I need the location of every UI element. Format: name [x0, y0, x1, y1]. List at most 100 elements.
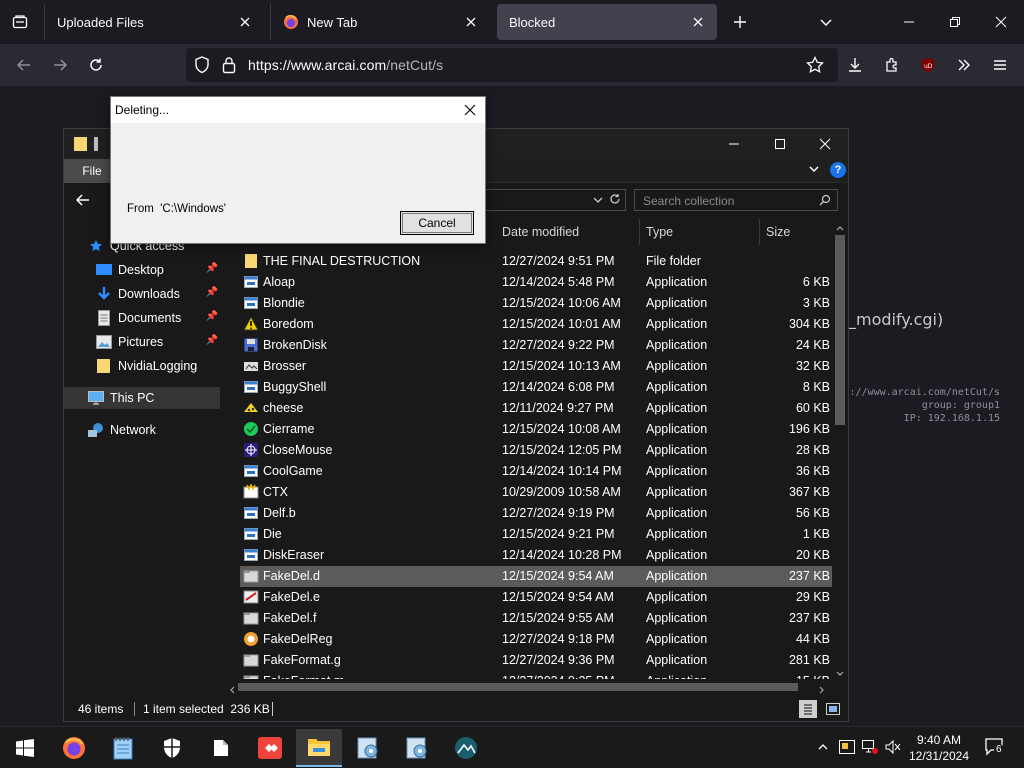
- large-icons-view-icon[interactable]: [824, 700, 842, 718]
- chevron-up-icon[interactable]: [813, 737, 833, 757]
- refresh-icon[interactable]: [609, 193, 621, 208]
- downloads-icon[interactable]: [842, 52, 868, 78]
- chevron-up-icon[interactable]: [836, 221, 844, 235]
- file-row[interactable]: BrokenDisk 12/27/2024 9:22 PM Application 2…: [240, 335, 832, 356]
- taskbar-notepad-icon[interactable]: [100, 729, 146, 767]
- file-row[interactable]: Aloap 12/14/2024 5:48 PM Application 6 KB: [240, 272, 832, 293]
- file-row[interactable]: Cierrame 12/15/2024 10:08 AM Application 19…: [240, 419, 832, 440]
- nav-item-documents[interactable]: Documents 📌: [96, 307, 220, 329]
- pin-icon[interactable]: 📌: [206, 287, 218, 298]
- start-windows-icon[interactable]: [2, 729, 48, 767]
- tab-uploaded-files[interactable]: Uploaded Files: [44, 4, 264, 40]
- nav-item-downloads[interactable]: Downloads 📌: [96, 283, 220, 305]
- pin-icon[interactable]: 📌: [206, 335, 218, 346]
- help-icon[interactable]: ?: [830, 162, 846, 178]
- file-row[interactable]: FakeFormat.g 12/27/2024 9:36 PM Applicatio…: [240, 650, 832, 671]
- maximize-icon[interactable]: [764, 128, 796, 160]
- taskbar-setup-icon-2[interactable]: [394, 729, 440, 767]
- file-date: 10/29/2009 10:58 AM: [502, 485, 621, 499]
- hamburger-menu-icon[interactable]: [987, 52, 1013, 78]
- file-row[interactable]: DiskEraser 12/14/2024 10:28 PM Application…: [240, 545, 832, 566]
- column-header-type[interactable]: Type: [640, 219, 760, 245]
- taskbar-file-explorer-icon[interactable]: [296, 729, 342, 767]
- taskbar-anydesk-icon[interactable]: [247, 729, 293, 767]
- volume-muted-icon[interactable]: [883, 737, 903, 757]
- close-icon[interactable]: [689, 13, 707, 31]
- ublock-origin-icon[interactable]: uD: [915, 52, 941, 78]
- chevron-left-icon[interactable]: [228, 683, 236, 697]
- minimize-icon[interactable]: [718, 128, 750, 160]
- pin-icon[interactable]: 📌: [206, 263, 218, 274]
- file-row[interactable]: FakeDel.d 12/15/2024 9:54 AM Application 23…: [240, 566, 832, 587]
- taskbar-files-icon[interactable]: [198, 729, 244, 767]
- file-row[interactable]: FakeDel.e 12/15/2024 9:54 AM Application 29…: [240, 587, 832, 608]
- window-close-icon[interactable]: [809, 128, 841, 160]
- search-icon[interactable]: [819, 194, 831, 209]
- details-view-icon[interactable]: [799, 700, 817, 718]
- search-input[interactable]: Search collection: [634, 189, 838, 211]
- nav-item-pictures[interactable]: Pictures 📌: [96, 331, 220, 353]
- file-row[interactable]: Delf.b 12/27/2024 9:19 PM Application 56 KB: [240, 503, 832, 524]
- chevron-down-icon[interactable]: [808, 163, 820, 178]
- file-row[interactable]: THE FINAL DESTRUCTION 12/27/2024 9:51 PM F…: [240, 251, 832, 272]
- taskbar-firefox-icon[interactable]: [51, 729, 97, 767]
- horizontal-scrollbar[interactable]: [224, 679, 830, 695]
- back-arrow-icon[interactable]: [11, 52, 37, 78]
- forward-arrow-icon[interactable]: [47, 52, 73, 78]
- taskbar-setup-icon[interactable]: [345, 729, 391, 767]
- tab-blocked[interactable]: Blocked: [497, 4, 717, 40]
- chevron-right-icon[interactable]: [818, 683, 826, 697]
- file-row[interactable]: CloseMouse 12/15/2024 12:05 PM Application…: [240, 440, 832, 461]
- nav-item-network[interactable]: Network: [88, 419, 244, 441]
- overflow-chevrons-icon[interactable]: [951, 52, 977, 78]
- restore-icon[interactable]: [939, 6, 971, 38]
- pin-icon[interactable]: 📌: [206, 311, 218, 322]
- notification-center-icon[interactable]: 6: [983, 737, 1007, 757]
- nav-item-this-pc[interactable]: This PC: [64, 387, 220, 409]
- file-row[interactable]: Brosser 12/15/2024 10:13 AM Application 32 …: [240, 356, 832, 377]
- column-header-date[interactable]: Date modified: [496, 219, 640, 245]
- network-status-icon[interactable]: [860, 737, 880, 757]
- url-bar[interactable]: https://www.arcai.com/netCut/s: [186, 48, 838, 82]
- chevron-down-icon[interactable]: [814, 10, 838, 34]
- file-row[interactable]: CTX 10/29/2009 10:58 AM Application 367 KB: [240, 482, 832, 503]
- window-close-icon[interactable]: [985, 6, 1017, 38]
- lock-icon[interactable]: [222, 56, 236, 77]
- file-row[interactable]: Boredom 12/15/2024 10:01 AM Application 304…: [240, 314, 832, 335]
- file-row[interactable]: Die 12/15/2024 9:21 PM Application 1 KB: [240, 524, 832, 545]
- extensions-puzzle-icon[interactable]: [879, 52, 905, 78]
- address-bar[interactable]: [484, 189, 626, 211]
- tracking-shield-icon[interactable]: [194, 56, 210, 77]
- clock-date: 12/31/2024: [908, 749, 970, 763]
- taskbar-network-app-icon[interactable]: [443, 729, 489, 767]
- tray-app-icon[interactable]: [837, 737, 857, 757]
- nav-item-nvidialogging[interactable]: NvidiaLogging: [96, 355, 220, 377]
- close-icon[interactable]: [459, 99, 481, 121]
- new-tab-plus-icon[interactable]: [728, 10, 752, 34]
- scrollbar-thumb[interactable]: [835, 235, 845, 425]
- file-row[interactable]: cheese 12/11/2024 9:27 PM Application 60 KB: [240, 398, 832, 419]
- file-row[interactable]: CoolGame 12/14/2024 10:14 PM Application 36…: [240, 461, 832, 482]
- nav-item-desktop[interactable]: Desktop 📌: [96, 259, 220, 281]
- file-row[interactable]: BuggyShell 12/14/2024 6:08 PM Application 8…: [240, 377, 832, 398]
- scrollbar-thumb[interactable]: [238, 683, 798, 691]
- minimize-icon[interactable]: [893, 6, 925, 38]
- file-type: Application: [646, 527, 708, 541]
- file-row[interactable]: Blondie 12/15/2024 10:06 AM Application 3 K…: [240, 293, 832, 314]
- tab-list-icon[interactable]: [0, 0, 40, 44]
- file-row[interactable]: FakeDel.f 12/15/2024 9:55 AM Application 23…: [240, 608, 832, 629]
- vertical-scrollbar[interactable]: [832, 219, 848, 679]
- bookmark-star-icon[interactable]: [806, 55, 824, 77]
- close-icon[interactable]: [236, 13, 254, 31]
- chevron-down-icon[interactable]: [593, 194, 603, 208]
- cancel-button[interactable]: Cancel: [400, 211, 474, 235]
- file-row[interactable]: FakeDelReg 12/27/2024 9:18 PM Application 4…: [240, 629, 832, 650]
- tab-new-tab[interactable]: New Tab: [270, 4, 490, 40]
- back-arrow-icon[interactable]: [75, 193, 90, 210]
- reload-icon[interactable]: [83, 52, 109, 78]
- taskbar-clock[interactable]: 9:40 AM 12/31/2024: [906, 732, 972, 764]
- chevron-down-icon[interactable]: [836, 667, 844, 681]
- close-icon[interactable]: [462, 13, 480, 31]
- taskbar-security-icon[interactable]: [149, 729, 195, 767]
- column-header-size[interactable]: Size: [760, 219, 832, 245]
